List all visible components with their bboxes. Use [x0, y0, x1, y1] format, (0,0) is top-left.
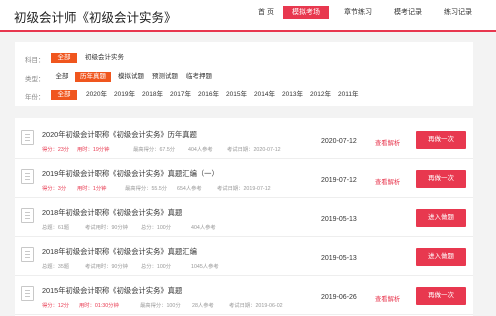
- year-option[interactable]: 2020年: [86, 90, 107, 100]
- exam-row: 2018年初级会计职称《初级会计实务》真题汇编 总题：35题 考试用时：90分钟…: [15, 237, 473, 276]
- retry-button[interactable]: 再做一次: [416, 287, 466, 305]
- exam-score: 得分：12分: [42, 303, 70, 309]
- exam-participants: 404人参考: [191, 225, 216, 231]
- exam-list: 2020年初级会计职称《初级会计实务》历年真题 得分：23分 用时：19分钟 最…: [15, 118, 473, 316]
- header-accent-bar: [0, 30, 496, 32]
- exam-score: 得分：3分: [42, 186, 67, 192]
- document-icon: [21, 208, 34, 223]
- nav-home[interactable]: 首 页: [246, 6, 286, 19]
- nav-chapter-practice[interactable]: 章节练习: [335, 6, 381, 19]
- year-option[interactable]: 2013年: [282, 90, 303, 100]
- exam-date-label: 考试日期：2020-07-12: [227, 147, 281, 153]
- exam-title[interactable]: 2015年初级会计职称《初级会计实务》真题: [42, 286, 182, 296]
- type-option-mock[interactable]: 模拟试题: [118, 72, 144, 82]
- exam-title[interactable]: 2018年初级会计职称《初级会计实务》真题汇编: [42, 247, 197, 257]
- exam-top-score: 最高得分：55.5分: [125, 186, 168, 192]
- page-title: 初级会计师《初级会计实务》: [14, 11, 177, 25]
- exam-date: 2019-07-12: [321, 177, 357, 184]
- top-header: 初级会计师《初级会计实务》 首 页 模拟考场 章节练习 模考记录 练习记录: [0, 0, 496, 30]
- year-option[interactable]: 2015年: [226, 90, 247, 100]
- year-option[interactable]: 2018年: [142, 90, 163, 100]
- start-exam-button[interactable]: 进入做题: [416, 248, 466, 266]
- exam-score: 得分：23分: [42, 147, 70, 153]
- type-filter-label: 类型：: [25, 76, 45, 83]
- exam-title[interactable]: 2020年初级会计职称《初级会计实务》历年真题: [42, 130, 197, 140]
- exam-question-count: 总题：61题: [42, 225, 70, 231]
- year-option[interactable]: 2017年: [170, 90, 191, 100]
- year-option[interactable]: 2011年: [338, 90, 358, 100]
- exam-time-used: 用时：01:30分钟: [79, 303, 119, 309]
- exam-duration: 考试用时：90分钟: [85, 225, 128, 231]
- exam-participants: 28人参考: [192, 303, 214, 309]
- subject-filter-label: 科目：: [25, 57, 45, 64]
- exam-date: 2019-05-13: [321, 216, 357, 223]
- view-analysis-link[interactable]: 查看解析: [375, 294, 400, 303]
- nav-mock-records[interactable]: 模考记录: [385, 6, 431, 19]
- exam-total-score: 总分：100分: [141, 225, 172, 231]
- year-option[interactable]: 2012年: [310, 90, 331, 100]
- document-icon: [21, 130, 34, 145]
- exam-row: 2018年初级会计职称《初级会计实务》真题 总题：61题 考试用时：90分钟 总…: [15, 198, 473, 237]
- filter-panel: 科目： 全部 初级会计实务 类型： 全部 历年真题 模拟试题 预测试题 临考押题…: [15, 42, 473, 106]
- type-option-all[interactable]: 全部: [53, 72, 71, 82]
- exam-row: 2019年初级会计职称《初级会计实务》真题汇编（一） 得分：3分 用时：1分钟 …: [15, 159, 473, 198]
- type-option-past-papers[interactable]: 历年真题: [75, 72, 111, 82]
- retry-button[interactable]: 再做一次: [416, 170, 466, 188]
- nav-mock-exam[interactable]: 模拟考场: [283, 6, 329, 19]
- nav-practice-records[interactable]: 练习记录: [433, 6, 483, 19]
- subject-option-accounting[interactable]: 初级会计实务: [85, 53, 124, 63]
- exam-participants: 1045人参考: [191, 264, 219, 270]
- exam-row: 2020年初级会计职称《初级会计实务》历年真题 得分：23分 用时：19分钟 最…: [15, 120, 473, 159]
- exam-title[interactable]: 2018年初级会计职称《初级会计实务》真题: [42, 208, 182, 218]
- exam-date: 2020-07-12: [321, 138, 357, 145]
- exam-date-label: 考试日期：2019-06-02: [229, 303, 283, 309]
- exam-total-score: 总分：100分: [141, 264, 172, 270]
- view-analysis-link[interactable]: 查看解析: [375, 138, 400, 147]
- exam-top-score: 最高得分：100分: [140, 303, 181, 309]
- exam-participants: 654人参考: [177, 186, 202, 192]
- exam-date: 2019-05-13: [321, 255, 357, 262]
- exam-time-used: 用时：19分钟: [77, 147, 110, 153]
- exam-top-score: 最高得分：67.5分: [133, 147, 176, 153]
- year-option[interactable]: 2019年: [114, 90, 135, 100]
- exam-participants: 404人参考: [188, 147, 213, 153]
- document-icon: [21, 169, 34, 184]
- exam-date: 2019-06-26: [321, 294, 357, 301]
- exam-question-count: 总题：35题: [42, 264, 70, 270]
- year-option[interactable]: 2014年: [254, 90, 275, 100]
- document-icon: [21, 286, 34, 301]
- year-option[interactable]: 2016年: [198, 90, 219, 100]
- exam-title[interactable]: 2019年初级会计职称《初级会计实务》真题汇编（一）: [42, 169, 219, 179]
- type-option-final[interactable]: 临考押题: [186, 72, 212, 82]
- type-option-forecast[interactable]: 预测试题: [152, 72, 178, 82]
- start-exam-button[interactable]: 进入做题: [416, 209, 466, 227]
- year-filter-label: 年份：: [25, 94, 45, 101]
- year-option-all[interactable]: 全部: [51, 90, 77, 100]
- exam-row: 2015年初级会计职称《初级会计实务》真题 得分：12分 用时：01:30分钟 …: [15, 276, 473, 315]
- exam-date-label: 考试日期：2019-07-12: [217, 186, 271, 192]
- view-analysis-link[interactable]: 查看解析: [375, 177, 400, 186]
- exam-duration: 考试用时：90分钟: [85, 264, 128, 270]
- document-icon: [21, 247, 34, 262]
- retry-button[interactable]: 再做一次: [416, 131, 466, 149]
- subject-option-all[interactable]: 全部: [51, 53, 77, 63]
- exam-time-used: 用时：1分钟: [77, 186, 107, 192]
